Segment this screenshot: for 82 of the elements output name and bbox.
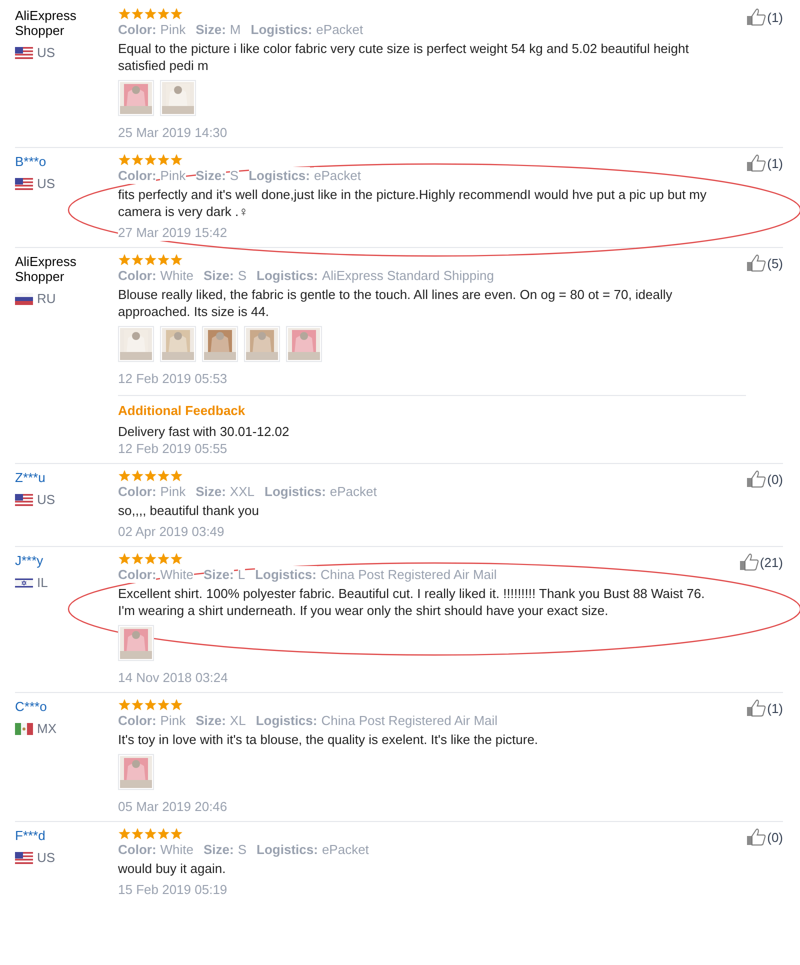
star-icon	[157, 828, 170, 840]
star-icon	[118, 828, 131, 840]
star-icon	[131, 470, 144, 482]
star-icon	[118, 470, 131, 482]
like-count: (21)	[760, 554, 783, 572]
country-code: MX	[37, 720, 56, 738]
review-date: 12 Feb 2019 05:55	[118, 440, 228, 457]
flag-icon	[15, 46, 33, 59]
flag-icon	[15, 576, 33, 589]
star-icon	[118, 154, 131, 166]
star-icon	[144, 553, 157, 565]
review-text: Equal to the picture i like color fabric very cute size is perfect weight 54 kg and 5.02 beautiful height satisfied pedi m	[118, 40, 690, 74]
star-icon	[144, 254, 157, 266]
star-icon	[157, 8, 170, 20]
flag-icon	[15, 722, 33, 735]
reviewer-name[interactable]: B***o	[15, 154, 118, 169]
star-icon	[144, 828, 157, 840]
thumbs-up-icon[interactable]	[746, 828, 766, 846]
thumbs-up-icon[interactable]	[746, 154, 766, 172]
star-icon	[118, 254, 131, 266]
review-text: would buy it again.	[118, 860, 227, 877]
flag-icon	[15, 178, 33, 190]
star-icon	[170, 8, 183, 20]
reviewer-name[interactable]: F***d	[15, 828, 118, 843]
flag-icon	[15, 852, 33, 864]
country-code: IL	[37, 574, 48, 592]
star-icon	[144, 470, 157, 482]
like-count: (1)	[767, 155, 783, 173]
like-count: (1)	[767, 9, 783, 27]
review-text: fits perfectly and it's well done,just like in the picture.Highly recommendI would hve put a pic up but my camera is very dark .♀	[118, 186, 708, 220]
attribute-label: Logistics:	[248, 167, 310, 184]
country-code: US	[37, 175, 56, 193]
star-icon	[144, 699, 157, 711]
star-icon	[144, 8, 157, 20]
reviewer-name[interactable]: J***y	[15, 553, 118, 568]
country-code: RU	[37, 290, 56, 308]
thumbs-up-icon[interactable]	[746, 8, 766, 26]
star-icon	[170, 828, 183, 840]
review-text: Blouse really liked, the fabric is gentle to the touch. All lines are even. On og = 80 ot = 70, ideally approached. Its size is 44.	[118, 286, 674, 320]
reviewer-name: AliExpress Shopper	[15, 254, 78, 284]
star-icon	[118, 553, 131, 565]
star-icon	[170, 254, 183, 266]
star-icon	[118, 8, 131, 20]
review-text: so,,,, beautiful thank you	[118, 502, 260, 519]
reviewer-name[interactable]: Z***u	[15, 470, 118, 485]
thumbs-up-icon[interactable]	[746, 699, 766, 717]
like-count: (1)	[767, 700, 783, 718]
reviewer-name[interactable]: C***o	[15, 699, 118, 714]
flag-icon	[15, 494, 33, 506]
additional-feedback-title: Additional Feedback	[118, 402, 246, 419]
star-icon	[157, 553, 170, 565]
review-text: It's toy in love with it's ta blouse, the quality is exelent. It's like the picture.	[118, 731, 540, 748]
country-code: US	[37, 849, 56, 867]
star-icon	[157, 699, 170, 711]
review-text: Delivery fast with 30.01-12.02	[118, 423, 290, 440]
star-icon	[131, 154, 144, 166]
reviewer-name: AliExpress Shopper	[15, 8, 78, 38]
star-icon	[170, 154, 183, 166]
flag-icon	[15, 292, 33, 305]
country-code: US	[37, 44, 56, 62]
star-icon	[157, 154, 170, 166]
attribute-label: Logistics:	[255, 566, 316, 583]
star-icon	[170, 553, 183, 565]
like-count: (0)	[767, 829, 783, 847]
review-text: Excellent shirt. 100% polyester fabric. Beautiful cut. I really liked it. !!!!!!!!! Thank you Bust 88 Waist 76. I'm wearing a shirt underneath. If you wear only the shirt should have your exact size.	[118, 585, 706, 619]
star-icon	[157, 254, 170, 266]
star-icon	[131, 8, 144, 20]
country-code: US	[37, 491, 56, 509]
star-icon	[131, 699, 144, 711]
star-icon	[118, 699, 131, 711]
star-icon	[131, 553, 144, 565]
star-icon	[170, 470, 183, 482]
star-icon	[131, 254, 144, 266]
like-count: (5)	[767, 255, 783, 273]
star-icon	[170, 699, 183, 711]
like-count: (0)	[767, 471, 783, 489]
star-icon	[144, 154, 157, 166]
star-icon	[157, 470, 170, 482]
thumbs-up-icon[interactable]	[746, 254, 766, 272]
star-icon	[131, 828, 144, 840]
thumbs-up-icon[interactable]	[738, 553, 759, 571]
thumbs-up-icon[interactable]	[746, 470, 766, 488]
